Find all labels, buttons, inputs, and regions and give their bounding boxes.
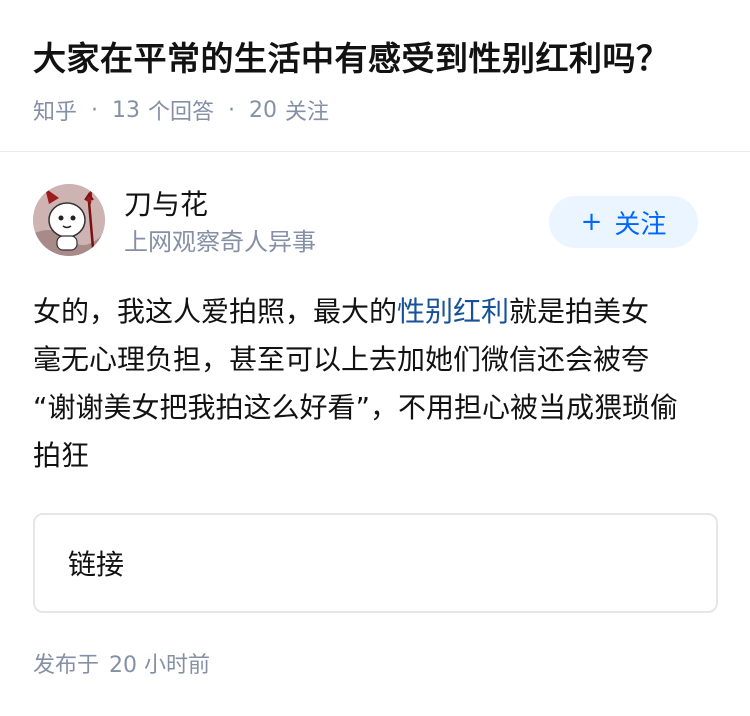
author-name[interactable]: 刀与花 [124, 186, 208, 224]
answer-line: 女的，我这人爱拍照，最大的性别红利就是拍美女 [33, 288, 723, 336]
answer-text: 就是拍美女 [509, 295, 650, 328]
question-header: 大家在平常的生活中有感受到性别红利吗？ 知乎 · 13 个回答 · 20 关注 [0, 0, 750, 152]
source-label[interactable]: 知乎 [33, 94, 77, 126]
answer-line: 拍狂 [33, 439, 90, 472]
answer-content: 女的，我这人爱拍照，最大的性别红利就是拍美女 毫无心理负担，甚至可以上去加她们微… [33, 288, 723, 480]
cat-devil-avatar-icon [33, 184, 105, 256]
answer-line: “谢谢美女把我拍这么好看”，不用担心被当成猥琐偷 [33, 391, 679, 424]
answers-label: 个回答 [148, 100, 215, 125]
published-time: 发布于 20 小时前 [33, 650, 210, 682]
link-card-label: 链接 [68, 548, 125, 581]
followers-label: 关注 [285, 100, 330, 125]
follow-label: 关注 [614, 209, 667, 240]
answer-text: 女的，我这人爱拍照，最大的 [33, 295, 398, 328]
link-card[interactable]: 链接 [33, 513, 718, 613]
plus-icon: + [580, 207, 603, 237]
follow-button[interactable]: + 关注 [549, 196, 698, 248]
answer-line: 毫无心理负担，甚至可以上去加她们微信还会被夸 [33, 343, 650, 376]
avatar[interactable] [33, 184, 105, 256]
answers-count: 13 [112, 97, 141, 123]
question-meta: 知乎 · 13 个回答 · 20 关注 [33, 94, 329, 126]
published-label: 发布于 [33, 653, 100, 678]
keyword-link[interactable]: 性别红利 [397, 295, 509, 328]
followers-count: 20 [249, 97, 278, 123]
author-bio: 上网观察奇人异事 [124, 228, 316, 256]
separator-dot: · [228, 97, 236, 123]
answer-page: 大家在平常的生活中有感受到性别红利吗？ 知乎 · 13 个回答 · 20 关注 [0, 0, 750, 716]
question-title[interactable]: 大家在平常的生活中有感受到性别红利吗？ [33, 36, 733, 82]
published-value: 20 小时前 [109, 653, 211, 678]
author-info: 刀与花 上网观察奇人异事 + 关注 [33, 184, 698, 264]
separator-dot: · [91, 97, 99, 123]
